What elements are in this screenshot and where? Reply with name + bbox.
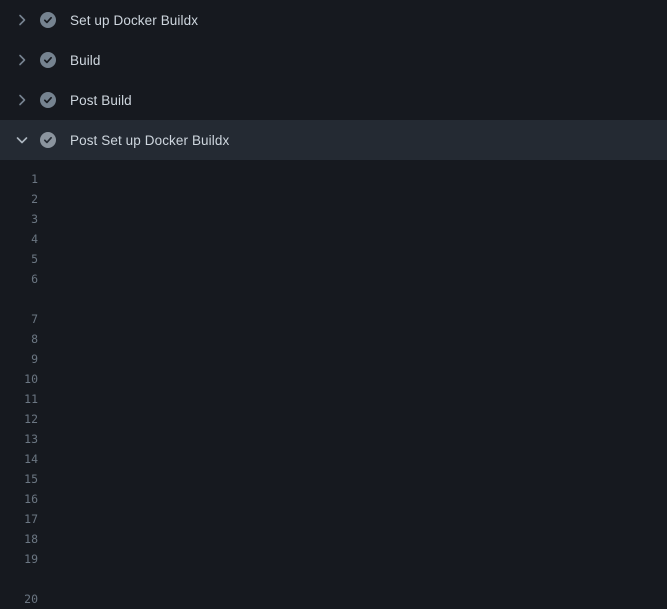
log-line-number[interactable]: 4 [0,229,38,249]
log-line: 11time="2021-04-23T18:02:38Z" level=debu… [0,389,667,409]
log-line: 15time="2021-04-23T18:02:38Z" level=debu… [0,469,667,489]
check-circle-icon [40,12,56,28]
step-label: Set up Docker Buildx [70,13,198,28]
log-line: 10time="2021-04-23T18:02:37Z" level=info… [0,369,667,389]
log-line: 7time="2021-04-23T18:02:37Z" level=warni… [0,309,667,329]
log-line-number[interactable]: 14 [0,449,38,469]
log-line: 14time="2021-04-23T18:02:38Z" level=debu… [0,449,667,469]
log-line: 4time="2021-04-23T18:02:37Z" level=info … [0,229,667,249]
log-line-number[interactable]: 9 [0,349,38,369]
log-line: 3/usr/bin/docker logs buildx_buildkit_bu… [0,209,667,229]
log-line-number[interactable]: 11 [0,389,38,409]
step-row-post-build[interactable]: Post Build [0,80,667,120]
check-circle-icon [40,132,56,148]
log-viewer: 1Post job cleanup. 2▼BuildKit container … [0,160,667,609]
log-line-number[interactable]: 3 [0,209,38,229]
step-row-set-up-docker-buildx[interactable]: Set up Docker Buildx [0,0,667,40]
log-line-number[interactable]: 13 [0,429,38,449]
log-line-number[interactable]: 5 [0,249,38,269]
log-line-number[interactable]: 20 [0,589,38,609]
log-line: 1Post job cleanup. [0,169,667,189]
log-group-header[interactable]: 2▼BuildKit container logs [0,189,667,209]
log-line-number[interactable]: 10 [0,369,38,389]
log-line-number[interactable]: 12 [0,409,38,429]
steps-list: Set up Docker Buildx Build Post Build Po… [0,0,667,160]
log-line-number[interactable]: 15 [0,469,38,489]
step-row-post-set-up-docker-buildx[interactable]: Post Set up Docker Buildx [0,120,667,160]
log-line-number[interactable]: 2 [0,189,38,209]
chevron-right-icon [14,12,30,28]
step-label: Build [70,53,101,68]
log-line: 17time="2021-04-23T18:02:38Z" level=debu… [0,509,667,529]
chevron-right-icon [14,52,30,68]
log-line: application/vnd.oci.image.index.v1+json,… [0,569,667,589]
log-line: 18time="2021-04-23T18:02:38Z" level=debu… [0,529,667,549]
log-line: 5time="2021-04-23T18:02:37Z" level=warni… [0,249,667,269]
log-line: 8time="2021-04-23T18:02:37Z" level=info … [0,329,667,349]
log-line: 16time="2021-04-23T18:02:38Z" level=debu… [0,489,667,509]
step-row-build[interactable]: Build [0,40,667,80]
log-line: linux/riscv64 linux/ppc64le linux/s390x … [0,289,667,309]
log-line: 20time="2021-04-23T18:02:38Z" level=debu… [0,589,667,609]
log-line-number[interactable]: 16 [0,489,38,509]
check-circle-icon [40,52,56,68]
log-line-number[interactable]: 18 [0,529,38,549]
log-line-number[interactable]: 17 [0,509,38,529]
log-line-number[interactable]: 8 [0,329,38,349]
step-label: Post Set up Docker Buildx [70,133,229,148]
step-label: Post Build [70,93,132,108]
log-line: 13time="2021-04-23T18:02:38Z" level=debu… [0,429,667,449]
check-circle-icon [40,92,56,108]
log-line: 19time="2021-04-23T18:02:38Z" level=debu… [0,549,667,569]
log-line: 6time="2021-04-23T18:02:37Z" level=info … [0,269,667,289]
chevron-down-icon [14,132,30,148]
log-line-number[interactable]: 1 [0,169,38,189]
log-line-number[interactable]: 7 [0,309,38,329]
log-line: 9time="2021-04-23T18:02:37Z" level=warni… [0,349,667,369]
log-line: 12time="2021-04-23T18:02:38Z" level=debu… [0,409,667,429]
chevron-right-icon [14,92,30,108]
log-line-number[interactable]: 19 [0,549,38,569]
log-line-number[interactable]: 6 [0,269,38,289]
